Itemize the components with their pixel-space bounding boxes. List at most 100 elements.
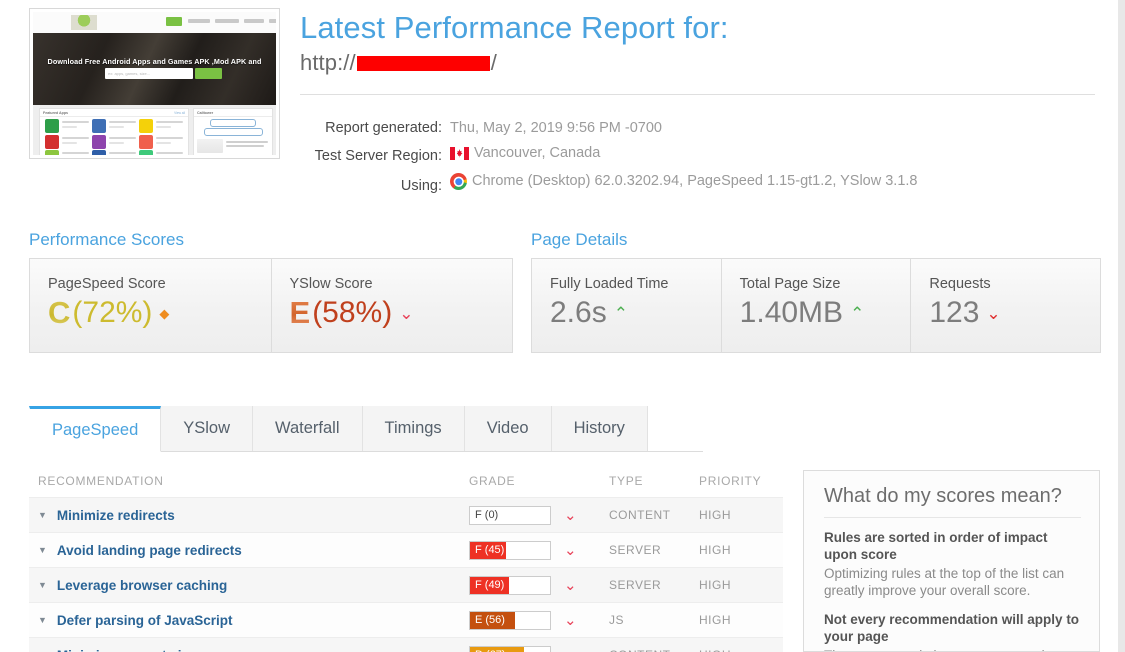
performance-scores-title: Performance Scores — [29, 230, 184, 249]
tab-video[interactable]: Video — [464, 406, 552, 451]
grade-bar-label: D (67) — [475, 647, 506, 652]
explanation-heading: Rules are sorted in order of impact upon… — [824, 530, 1048, 562]
recommendation-link[interactable]: Leverage browser caching — [57, 578, 227, 593]
table-row[interactable]: ▼ Defer parsing of JavaScript E (56) ⌄ JS HIG… — [29, 602, 783, 637]
tab-yslow[interactable]: YSlow — [161, 406, 254, 451]
table-row[interactable]: ▼Minimize request size D (67) ⌄ CONTENTHIGH — [29, 637, 783, 652]
chevron-down-icon[interactable]: ⌄ — [564, 613, 577, 628]
pagespeed-score-cell[interactable]: PageSpeed Score C (72%) ◆ — [30, 259, 271, 352]
chevron-up-icon: ⌃ — [613, 303, 628, 323]
grade-bar-label: F (0) — [475, 509, 499, 521]
recommendation-cell[interactable]: ▼Minimize request size — [29, 648, 469, 652]
priority-cell: HIGH — [699, 543, 731, 557]
priority-cell: HIGH — [699, 613, 731, 627]
grade-bar: E (56) — [469, 610, 551, 630]
diamond-icon: ◆ — [159, 305, 170, 321]
thumb-ad-line — [226, 141, 268, 143]
grade-bar-label: F (45) — [475, 544, 505, 556]
tab-pagespeed[interactable]: PageSpeed — [29, 406, 162, 452]
yslow-score-cell[interactable]: YSlow Score E (58%) ⌄ — [270, 259, 513, 352]
page-title: Latest Performance Report for: — [300, 10, 729, 45]
redacted-url-bar — [356, 55, 490, 71]
total-page-size-cell[interactable]: Total Page Size 1.40MB ⌃ — [720, 259, 911, 352]
explanation-body: The recommendations are meant to be — [824, 647, 1081, 651]
recommendation-link[interactable]: Defer parsing of JavaScript — [57, 613, 233, 628]
table-row[interactable]: ▼ Avoid landing page redirects F (45) ⌄ SERV… — [29, 532, 783, 567]
grade-cell: F (49) ⌄ — [469, 575, 609, 595]
page-thumbnail[interactable]: Download Free Android Apps and Games APK… — [29, 8, 280, 159]
thumb-app-tile — [139, 150, 153, 155]
chrome-icon — [450, 173, 467, 190]
thumb-search-button — [195, 68, 222, 79]
priority-cell: HIGH — [699, 648, 783, 652]
grade-cell: F (0) ⌄ — [469, 505, 609, 525]
page-scrollbar-gutter[interactable] — [1118, 0, 1125, 652]
thumb-search-input: ex: apps, games, size... — [105, 68, 193, 79]
chevron-down-icon[interactable]: ⌄ — [564, 648, 577, 652]
grade-bar-label: E (56) — [475, 614, 505, 626]
thumb-app-tile — [45, 119, 59, 133]
thumb-app-sub — [156, 126, 171, 128]
thumb-app-tile — [139, 135, 153, 149]
scores-explanation-title: What do my scores mean? — [824, 485, 1081, 518]
thumb-sidebar-card: Calltower — [193, 108, 273, 155]
grade-bar: F (0) — [469, 505, 551, 525]
thumb-app-title — [109, 152, 136, 154]
tab-timings[interactable]: Timings — [362, 406, 465, 451]
thumb-ad-thumb — [197, 139, 223, 153]
grade-cell: E (56) ⌄ — [469, 610, 609, 630]
recommendations-table: RECOMMENDATION GRADE TYPE PRIORITY ▼ Mini… — [29, 468, 783, 652]
recommendation-link[interactable]: Avoid landing page redirects — [57, 543, 242, 558]
report-page: Download Free Android Apps and Games APK… — [0, 0, 1118, 652]
priority-cell: HIGH — [699, 508, 731, 522]
fully-loaded-time-cell[interactable]: Fully Loaded Time 2.6s ⌃ — [532, 259, 721, 352]
table-row[interactable]: ▼ Minimize redirects F (0) ⌄ CONTENT HIGH — [29, 497, 783, 532]
thumb-card-header: Featured Apps View all — [40, 109, 188, 117]
tab-waterfall[interactable]: Waterfall — [253, 406, 363, 451]
recommendation-cell[interactable]: ▼ Defer parsing of JavaScript — [29, 613, 469, 628]
metadata-label: Report generated: — [325, 120, 442, 136]
recommendation-link[interactable]: Minimize redirects — [57, 508, 175, 523]
type-cell: SERVER — [609, 578, 662, 592]
thumb-app-tile — [45, 150, 59, 155]
column-header-recommendation: RECOMMENDATION — [38, 474, 164, 488]
recommendation-cell[interactable]: ▼ Leverage browser caching — [29, 578, 469, 593]
thumb-app-sub — [109, 126, 124, 128]
report-header-text: Latest Performance Report for: http:// / — [300, 10, 1100, 76]
yslow-score-label: YSlow Score — [289, 276, 373, 292]
grade-cell: D (67) ⌄ — [469, 645, 609, 652]
chevron-down-icon[interactable]: ⌄ — [564, 543, 577, 558]
report-url: http:// / — [300, 50, 1100, 76]
scores-explanation-panel: What do my scores mean? Rules are sorted… — [803, 470, 1100, 652]
chevron-down-icon[interactable]: ▼ — [38, 615, 47, 625]
requests-number: 123 — [929, 296, 980, 329]
thumb-app-title — [109, 137, 136, 139]
thumbnail-image: Download Free Android Apps and Games APK… — [33, 12, 276, 155]
chevron-down-icon[interactable]: ▼ — [38, 580, 47, 590]
chevron-down-icon[interactable]: ▼ — [38, 510, 47, 520]
yslow-score-value: E (58%) ⌄ — [290, 294, 513, 332]
thumb-app-sub — [109, 142, 124, 144]
thumb-nav-item — [188, 19, 210, 23]
metadata-value-wrap: Chrome (Desktop) 62.0.3202.94, PageSpeed… — [450, 169, 918, 194]
report-tabs: PageSpeed YSlow Waterfall Timings Video Histo… — [29, 406, 703, 452]
chevron-down-icon[interactable]: ⌄ — [564, 508, 577, 523]
requests-cell[interactable]: Requests 123 ⌄ — [910, 259, 1100, 352]
recommendation-cell[interactable]: ▼ Minimize redirects — [29, 508, 469, 523]
metadata-label: Test Server Region: — [314, 148, 442, 164]
recommendation-cell[interactable]: ▼ Avoid landing page redirects — [29, 543, 469, 558]
column-header-priority: PRIORITY — [699, 474, 762, 488]
table-header-row: RECOMMENDATION GRADE TYPE PRIORITY — [29, 468, 783, 497]
type-cell: CONTENT — [609, 648, 699, 652]
chevron-down-icon[interactable]: ▼ — [38, 545, 47, 555]
table-row[interactable]: ▼ Leverage browser caching F (49) ⌄ SERVER HI… — [29, 567, 783, 602]
chevron-down-icon[interactable]: ⌄ — [564, 578, 577, 593]
tab-history[interactable]: History — [551, 406, 648, 451]
metadata-row-region: Test Server Region: Vancouver, Canada — [300, 141, 1100, 169]
thumb-app-sub — [62, 126, 77, 128]
total-page-size-value: 1.40MB ⌃ — [740, 294, 911, 332]
thumb-app-tile — [45, 135, 59, 149]
recommendation-link[interactable]: Minimize request size — [57, 648, 196, 652]
thumb-app-sub — [156, 142, 171, 144]
thumb-featured-apps-card: Featured Apps View all — [39, 108, 189, 155]
